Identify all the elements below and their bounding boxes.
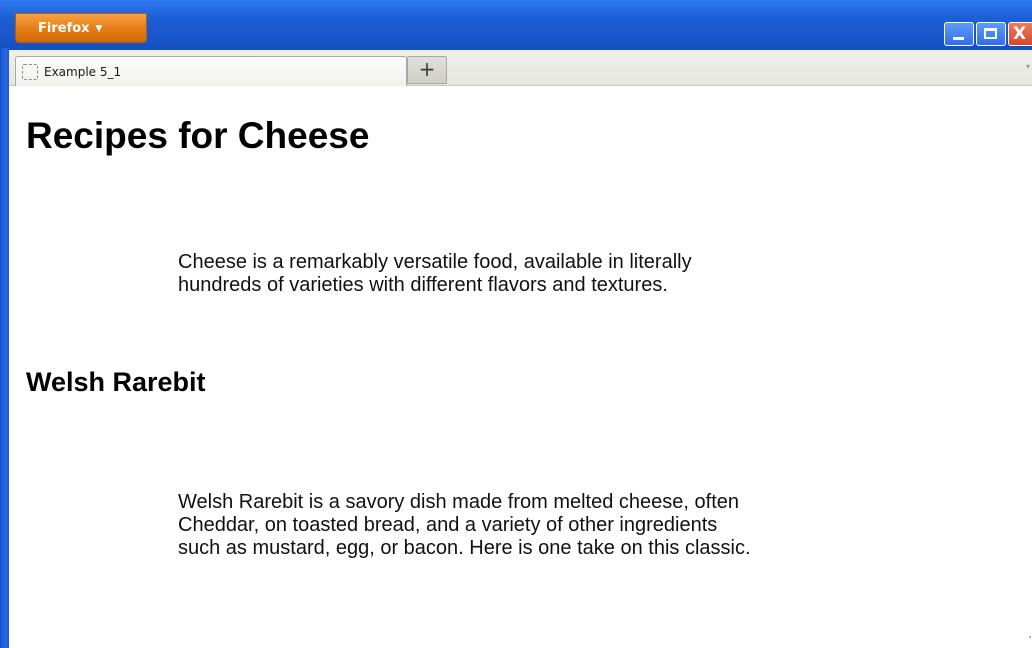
maximize-icon	[984, 28, 997, 39]
tab-example-5-1[interactable]: Example 5_1	[15, 56, 407, 86]
title-bar[interactable]: Firefox ▼ X	[0, 0, 1032, 50]
intro-paragraph: Cheese is a remarkably versatile food, a…	[178, 251, 878, 297]
window-controls: X	[944, 22, 1032, 46]
welsh-rarebit-line: such as mustard, egg, or bacon. Here is …	[178, 537, 751, 559]
close-button[interactable]: X	[1008, 22, 1032, 46]
chevron-down-icon: ▼	[95, 23, 103, 34]
close-icon: X	[1013, 24, 1027, 44]
intro-line: hundreds of varieties with different fla…	[178, 274, 668, 296]
resize-grip[interactable]	[1029, 636, 1031, 638]
intro-line: Cheese is a remarkably versatile food, a…	[178, 251, 692, 273]
page-title: Recipes for Cheese	[26, 115, 370, 156]
welsh-rarebit-paragraph: Welsh Rarebit is a savory dish made from…	[178, 491, 878, 560]
tab-strip: Example 5_1 + ▾	[9, 50, 1032, 86]
firefox-menu-button[interactable]: Firefox ▼	[15, 13, 147, 43]
minimize-button[interactable]	[944, 22, 974, 46]
browser-window: Firefox ▼ X Example 5_1 + ▾ Recipes for …	[0, 0, 1032, 648]
blank-page-icon	[22, 63, 38, 80]
new-tab-button[interactable]: +	[407, 56, 447, 84]
page-content: Recipes for Cheese Cheese is a remarkabl…	[9, 86, 1032, 648]
tab-list-dropdown-icon[interactable]: ▾	[1026, 62, 1030, 71]
maximize-button[interactable]	[976, 22, 1006, 46]
window-left-border	[0, 48, 9, 648]
firefox-menu-label: Firefox	[38, 20, 90, 36]
minimize-icon	[953, 37, 964, 40]
welsh-rarebit-line: Cheddar, on toasted bread, and a variety…	[178, 514, 718, 536]
welsh-rarebit-line: Welsh Rarebit is a savory dish made from…	[178, 491, 739, 513]
tab-title: Example 5_1	[44, 64, 122, 79]
section-heading-welsh-rarebit: Welsh Rarebit	[26, 367, 206, 397]
